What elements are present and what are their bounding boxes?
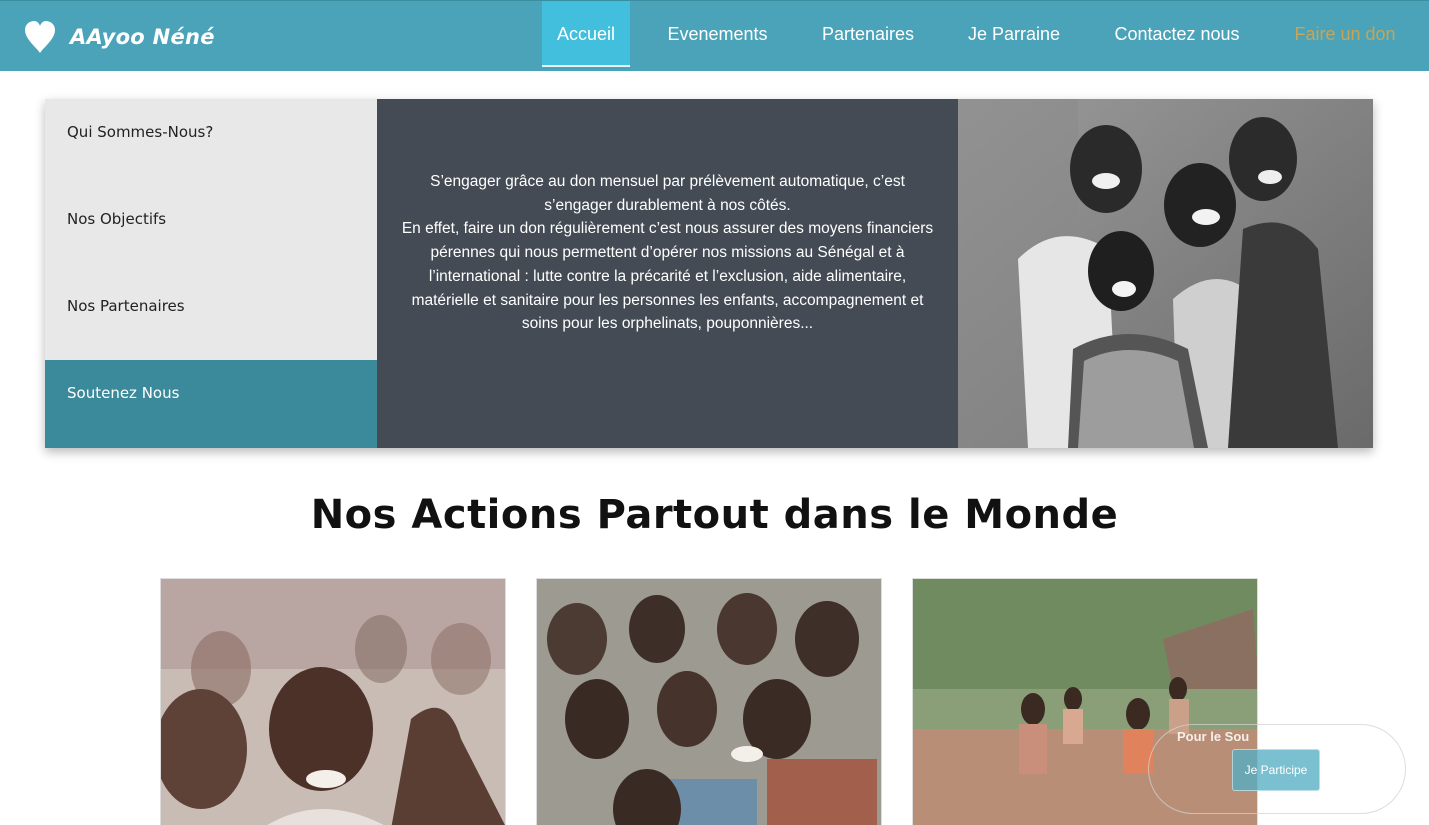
children-laughing-photo	[958, 99, 1373, 448]
brand-logo[interactable]: AAyoo Néné	[22, 18, 215, 56]
sidebar-item-label: Soutenez Nous	[67, 384, 180, 402]
action-card-2-photo[interactable]	[536, 578, 882, 825]
sidebar-item-qui-sommes-nous[interactable]: Qui Sommes-Nous?	[45, 99, 377, 186]
nav-je-parraine[interactable]: Je Parraine	[955, 1, 1073, 67]
sidebar-item-soutenez-nous[interactable]: Soutenez Nous	[45, 360, 385, 448]
nav-partenaires[interactable]: Partenaires	[808, 1, 928, 67]
feature-paragraph-2: En effet, faire un don régulièrement c’e…	[401, 220, 934, 333]
sidebar-item-nos-objectifs[interactable]: Nos Objectifs	[45, 186, 377, 273]
feature-paragraph-1: S’engager grâce au don mensuel par prélè…	[430, 173, 905, 214]
section-title: Nos Actions Partout dans le Monde	[310, 492, 1119, 538]
sidebar-item-label: Qui Sommes-Nous?	[67, 123, 214, 141]
nav-accueil[interactable]: Accueil	[542, 1, 630, 67]
nav-evenements[interactable]: Evenements	[656, 1, 779, 67]
feature-sidebar: Qui Sommes-Nous? Nos Objectifs Nos Parte…	[45, 99, 385, 448]
je-participe-button[interactable]: Je Participe	[1232, 749, 1320, 791]
top-navbar: AAyoo Néné Accueil Evenements Partenaire…	[0, 0, 1429, 71]
brand-name: AAyoo Néné	[70, 25, 215, 49]
sidebar-item-label: Nos Objectifs	[67, 210, 167, 228]
heart-icon	[25, 21, 55, 53]
feature-panel: Qui Sommes-Nous? Nos Objectifs Nos Parte…	[45, 99, 1373, 448]
feature-text-block: S’engager grâce au don mensuel par prélè…	[377, 99, 958, 448]
action-card-1-photo[interactable]	[160, 578, 506, 825]
nav-contactez-nous[interactable]: Contactez nous	[1103, 1, 1251, 67]
nav-faire-un-don[interactable]: Faire un don	[1283, 1, 1407, 67]
sidebar-item-label: Nos Partenaires	[67, 297, 185, 315]
sidebar-item-nos-partenaires[interactable]: Nos Partenaires	[45, 273, 377, 360]
floating-widget-label: Pour le Sou	[1177, 729, 1250, 744]
